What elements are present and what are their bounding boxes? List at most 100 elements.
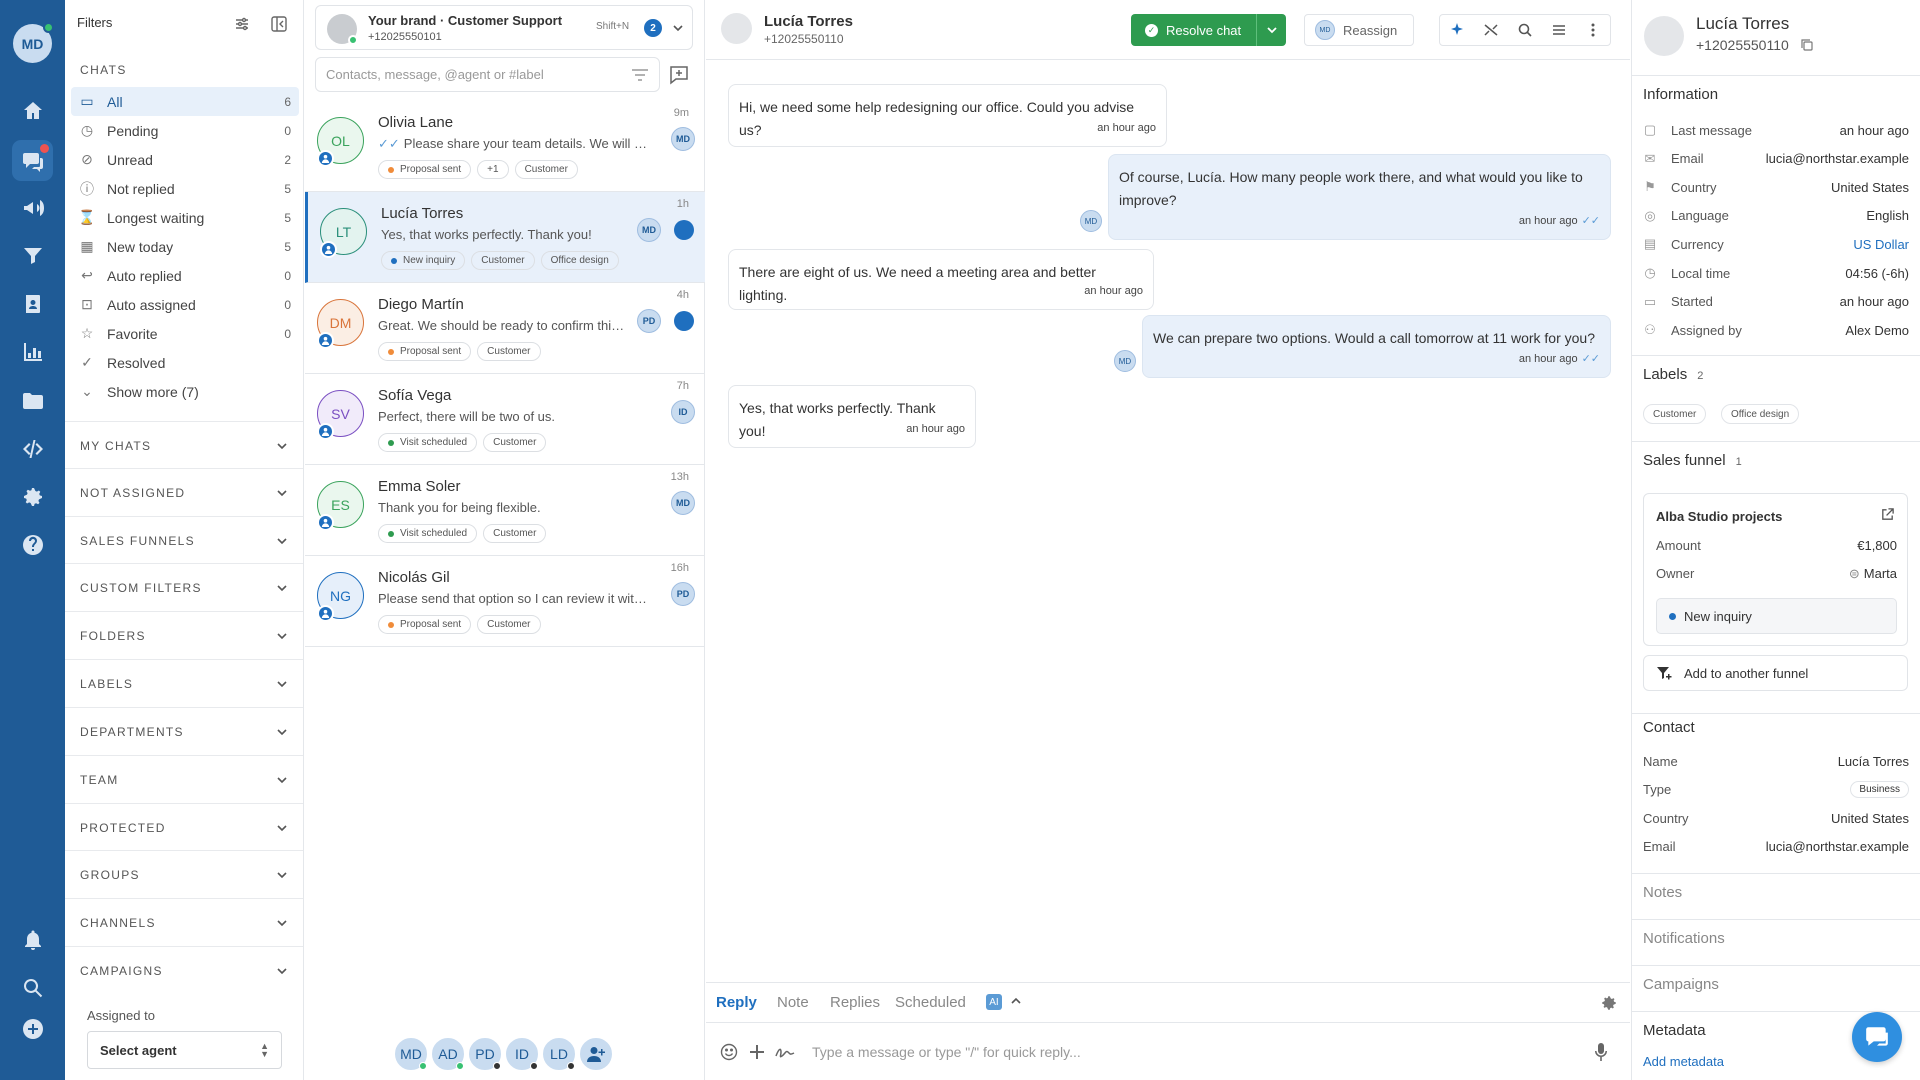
settings-gear-icon[interactable] (17, 481, 48, 512)
chat-filter-item[interactable]: ✓ Resolved (71, 348, 299, 377)
chevron-up-icon[interactable] (1010, 995, 1022, 1007)
filter-group-not-assigned[interactable]: NOT ASSIGNED (65, 468, 303, 516)
filter-group-channels[interactable]: CHANNELS (65, 898, 303, 946)
funnel-owner-name: Marta (1863, 566, 1897, 581)
chat-tag-label: Customer (493, 528, 537, 539)
filter-group-groups[interactable]: GROUPS (65, 850, 303, 898)
chat-list-item[interactable]: ES Emma Soler 13h Thank you for being flexi… (305, 465, 705, 556)
add-to-funnel-button[interactable]: Add to another funnel (1643, 655, 1908, 691)
home-icon[interactable] (17, 95, 48, 126)
agent-avatar[interactable]: PD (467, 1036, 503, 1072)
resolve-options-button[interactable] (1256, 14, 1286, 46)
chat-list-item[interactable]: NG Nicolás Gil 16h Please send that option … (305, 556, 705, 647)
select-agent-dropdown[interactable]: Select agent ▲ ▼ (87, 1031, 282, 1069)
new-chat-icon[interactable] (667, 63, 691, 87)
more-vertical-icon[interactable] (1584, 21, 1602, 39)
funnel-owner-value: ⊜ Marta (1849, 566, 1897, 582)
agent-avatar[interactable]: MD (393, 1036, 429, 1072)
filter-group-labels[interactable]: LABELS (65, 659, 303, 707)
add-plus-circle-icon[interactable] (17, 1013, 48, 1044)
ai-sparkle-icon[interactable] (1448, 21, 1466, 39)
external-link-icon[interactable] (1880, 507, 1895, 522)
label-chip[interactable]: Office design (1721, 404, 1800, 424)
sort-filter-icon[interactable] (631, 68, 649, 82)
label-chip[interactable]: Customer (1643, 404, 1707, 424)
chat-list-item[interactable]: LT Lucía Torres 1h Yes, that works perfectl… (305, 192, 705, 283)
user-avatar[interactable]: MD (13, 22, 54, 63)
chat-filter-item[interactable]: ⊘ Unread 2 (71, 145, 299, 174)
sliders-icon[interactable] (1550, 21, 1568, 39)
tab-replies[interactable]: Replies (830, 994, 880, 1011)
inbox-selector[interactable]: Your brand · Customer Support +120255501… (315, 5, 693, 50)
chat-filter-item[interactable]: ◷ Pending 0 (71, 116, 299, 145)
agent-avatar[interactable]: ID (504, 1036, 540, 1072)
attach-plus-icon[interactable] (746, 1041, 768, 1063)
chats-icon[interactable] (12, 140, 53, 181)
show-more-filters[interactable]: ⌄ Show more (7) (71, 377, 299, 406)
ai-assist-button[interactable]: AI (986, 994, 1002, 1010)
filter-group-sales-funnels[interactable]: SALES FUNNELS (65, 516, 303, 564)
chat-list-item[interactable]: SV Sofía Vega 7h Perfect, there will be two… (305, 374, 705, 465)
chat-filter-item[interactable]: ▦ New today 5 (71, 232, 299, 261)
message-icon: ▢ (1643, 122, 1657, 137)
copy-icon[interactable] (1800, 38, 1814, 52)
campaigns-megaphone-icon[interactable] (17, 192, 48, 223)
transfer-arrows-icon[interactable] (1482, 21, 1500, 39)
code-icon[interactable] (17, 433, 48, 464)
notifications-bell-icon[interactable] (17, 924, 48, 955)
filter-group-folders[interactable]: FOLDERS (65, 611, 303, 659)
chat-filter-item[interactable]: ↩ Auto replied 0 (71, 261, 299, 290)
chat-filter-item[interactable]: ⓘ Not replied 5 (71, 174, 299, 203)
chat-contact-avatar: LT (320, 208, 367, 258)
tab-reply[interactable]: Reply (716, 994, 757, 1011)
campaigns-section[interactable]: Campaigns (1643, 976, 1719, 993)
header-toolbar (1439, 14, 1611, 46)
contact-avatar[interactable] (721, 13, 752, 44)
chat-filter-item[interactable]: ⊡ Auto assigned 0 (71, 290, 299, 319)
agent-avatar[interactable]: AD (430, 1036, 466, 1072)
chat-filter-item[interactable]: ⌛ Longest waiting 5 (71, 203, 299, 232)
agent-avatar[interactable]: LD (541, 1036, 577, 1072)
contacts-book-icon[interactable] (17, 288, 48, 319)
notifications-section[interactable]: Notifications (1643, 930, 1725, 947)
microphone-icon[interactable] (1590, 1041, 1612, 1063)
message-time-text: an hour ago (906, 423, 965, 435)
help-chat-fab-button[interactable] (1852, 1012, 1902, 1062)
funnel-stage-selector[interactable]: New inquiry (1656, 598, 1897, 634)
tab-note[interactable]: Note (777, 994, 809, 1011)
chat-filter-item[interactable]: ☆ Favorite 0 (71, 319, 299, 348)
resolve-chat-button[interactable]: ✓ Resolve chat (1131, 14, 1256, 46)
chat-tags: New inquiry Customer Office design (381, 251, 619, 270)
chat-filter-label: Unread (107, 151, 153, 168)
add-metadata-link[interactable]: Add metadata (1643, 1054, 1724, 1069)
add-agent-button[interactable] (578, 1036, 614, 1072)
signature-icon[interactable] (774, 1041, 796, 1063)
chat-search-input[interactable]: Contacts, message, @agent or #label (315, 57, 660, 92)
tab-scheduled[interactable]: Scheduled (895, 994, 966, 1011)
filter-group-campaigns[interactable]: CAMPAIGNS (65, 946, 303, 994)
filter-group-custom-filters[interactable]: CUSTOM FILTERS (65, 563, 303, 611)
search-icon[interactable] (17, 972, 48, 1003)
contact-row-name: Name Lucía Torres (1643, 751, 1909, 771)
chat-list-item[interactable]: DM Diego Martín 4h Great. We should be read… (305, 283, 705, 374)
reports-chart-icon[interactable] (17, 336, 48, 367)
reassign-button[interactable]: MD Reassign (1304, 14, 1414, 46)
chat-filter-item[interactable]: ▭ All 6 (71, 87, 299, 116)
chat-list-item[interactable]: OL Olivia Lane 9m ✓✓ Please share your team … (305, 101, 705, 192)
chevron-down-icon: ⌄ (81, 383, 93, 399)
filter-sliders-icon[interactable] (231, 13, 253, 35)
collapse-panel-icon[interactable] (268, 13, 290, 35)
filter-group-departments[interactable]: DEPARTMENTS (65, 707, 303, 755)
notes-section[interactable]: Notes (1643, 884, 1682, 901)
funnel-icon[interactable] (17, 240, 48, 271)
composer-settings-gear-icon[interactable] (1600, 994, 1618, 1012)
help-question-icon[interactable] (17, 529, 48, 560)
folder-icon[interactable] (17, 385, 48, 416)
search-icon[interactable] (1516, 21, 1534, 39)
message-input[interactable]: Type a message or type "/" for quick rep… (802, 1044, 1590, 1060)
emoji-smile-icon[interactable] (718, 1041, 740, 1063)
filter-group-team[interactable]: TEAM (65, 755, 303, 803)
info-value[interactable]: US Dollar (1853, 237, 1909, 252)
filter-group-my-chats[interactable]: MY CHATS (65, 421, 303, 469)
filter-group-protected[interactable]: PROTECTED (65, 803, 303, 851)
